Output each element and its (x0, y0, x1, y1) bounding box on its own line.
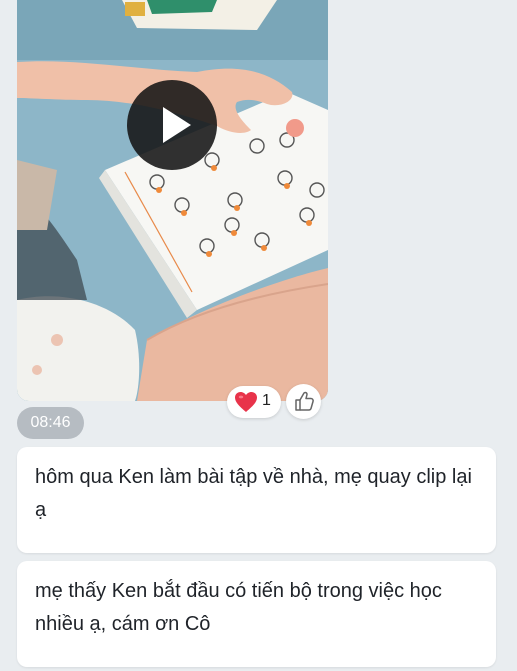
chat-message-bubble[interactable]: hôm qua Ken làm bài tập về nhà, mẹ quay … (17, 447, 496, 553)
message-timestamp: 08:46 (17, 407, 84, 439)
play-button[interactable] (127, 80, 217, 170)
chat-message-text: mẹ thấy Ken bắt đầu có tiến bộ trong việ… (35, 580, 442, 635)
thumbs-up-icon (295, 391, 314, 411)
like-button[interactable] (286, 384, 321, 419)
play-icon (163, 107, 191, 143)
chat-message-text: hôm qua Ken làm bài tập về nhà, mẹ quay … (35, 466, 472, 521)
heart-reaction[interactable]: 1 (227, 386, 281, 418)
heart-icon (235, 392, 257, 412)
heart-reaction-count: 1 (262, 392, 271, 409)
video-message[interactable] (17, 0, 328, 401)
video-thumbnail (17, 0, 328, 401)
chat-message-bubble[interactable]: mẹ thấy Ken bắt đầu có tiến bộ trong việ… (17, 561, 496, 667)
